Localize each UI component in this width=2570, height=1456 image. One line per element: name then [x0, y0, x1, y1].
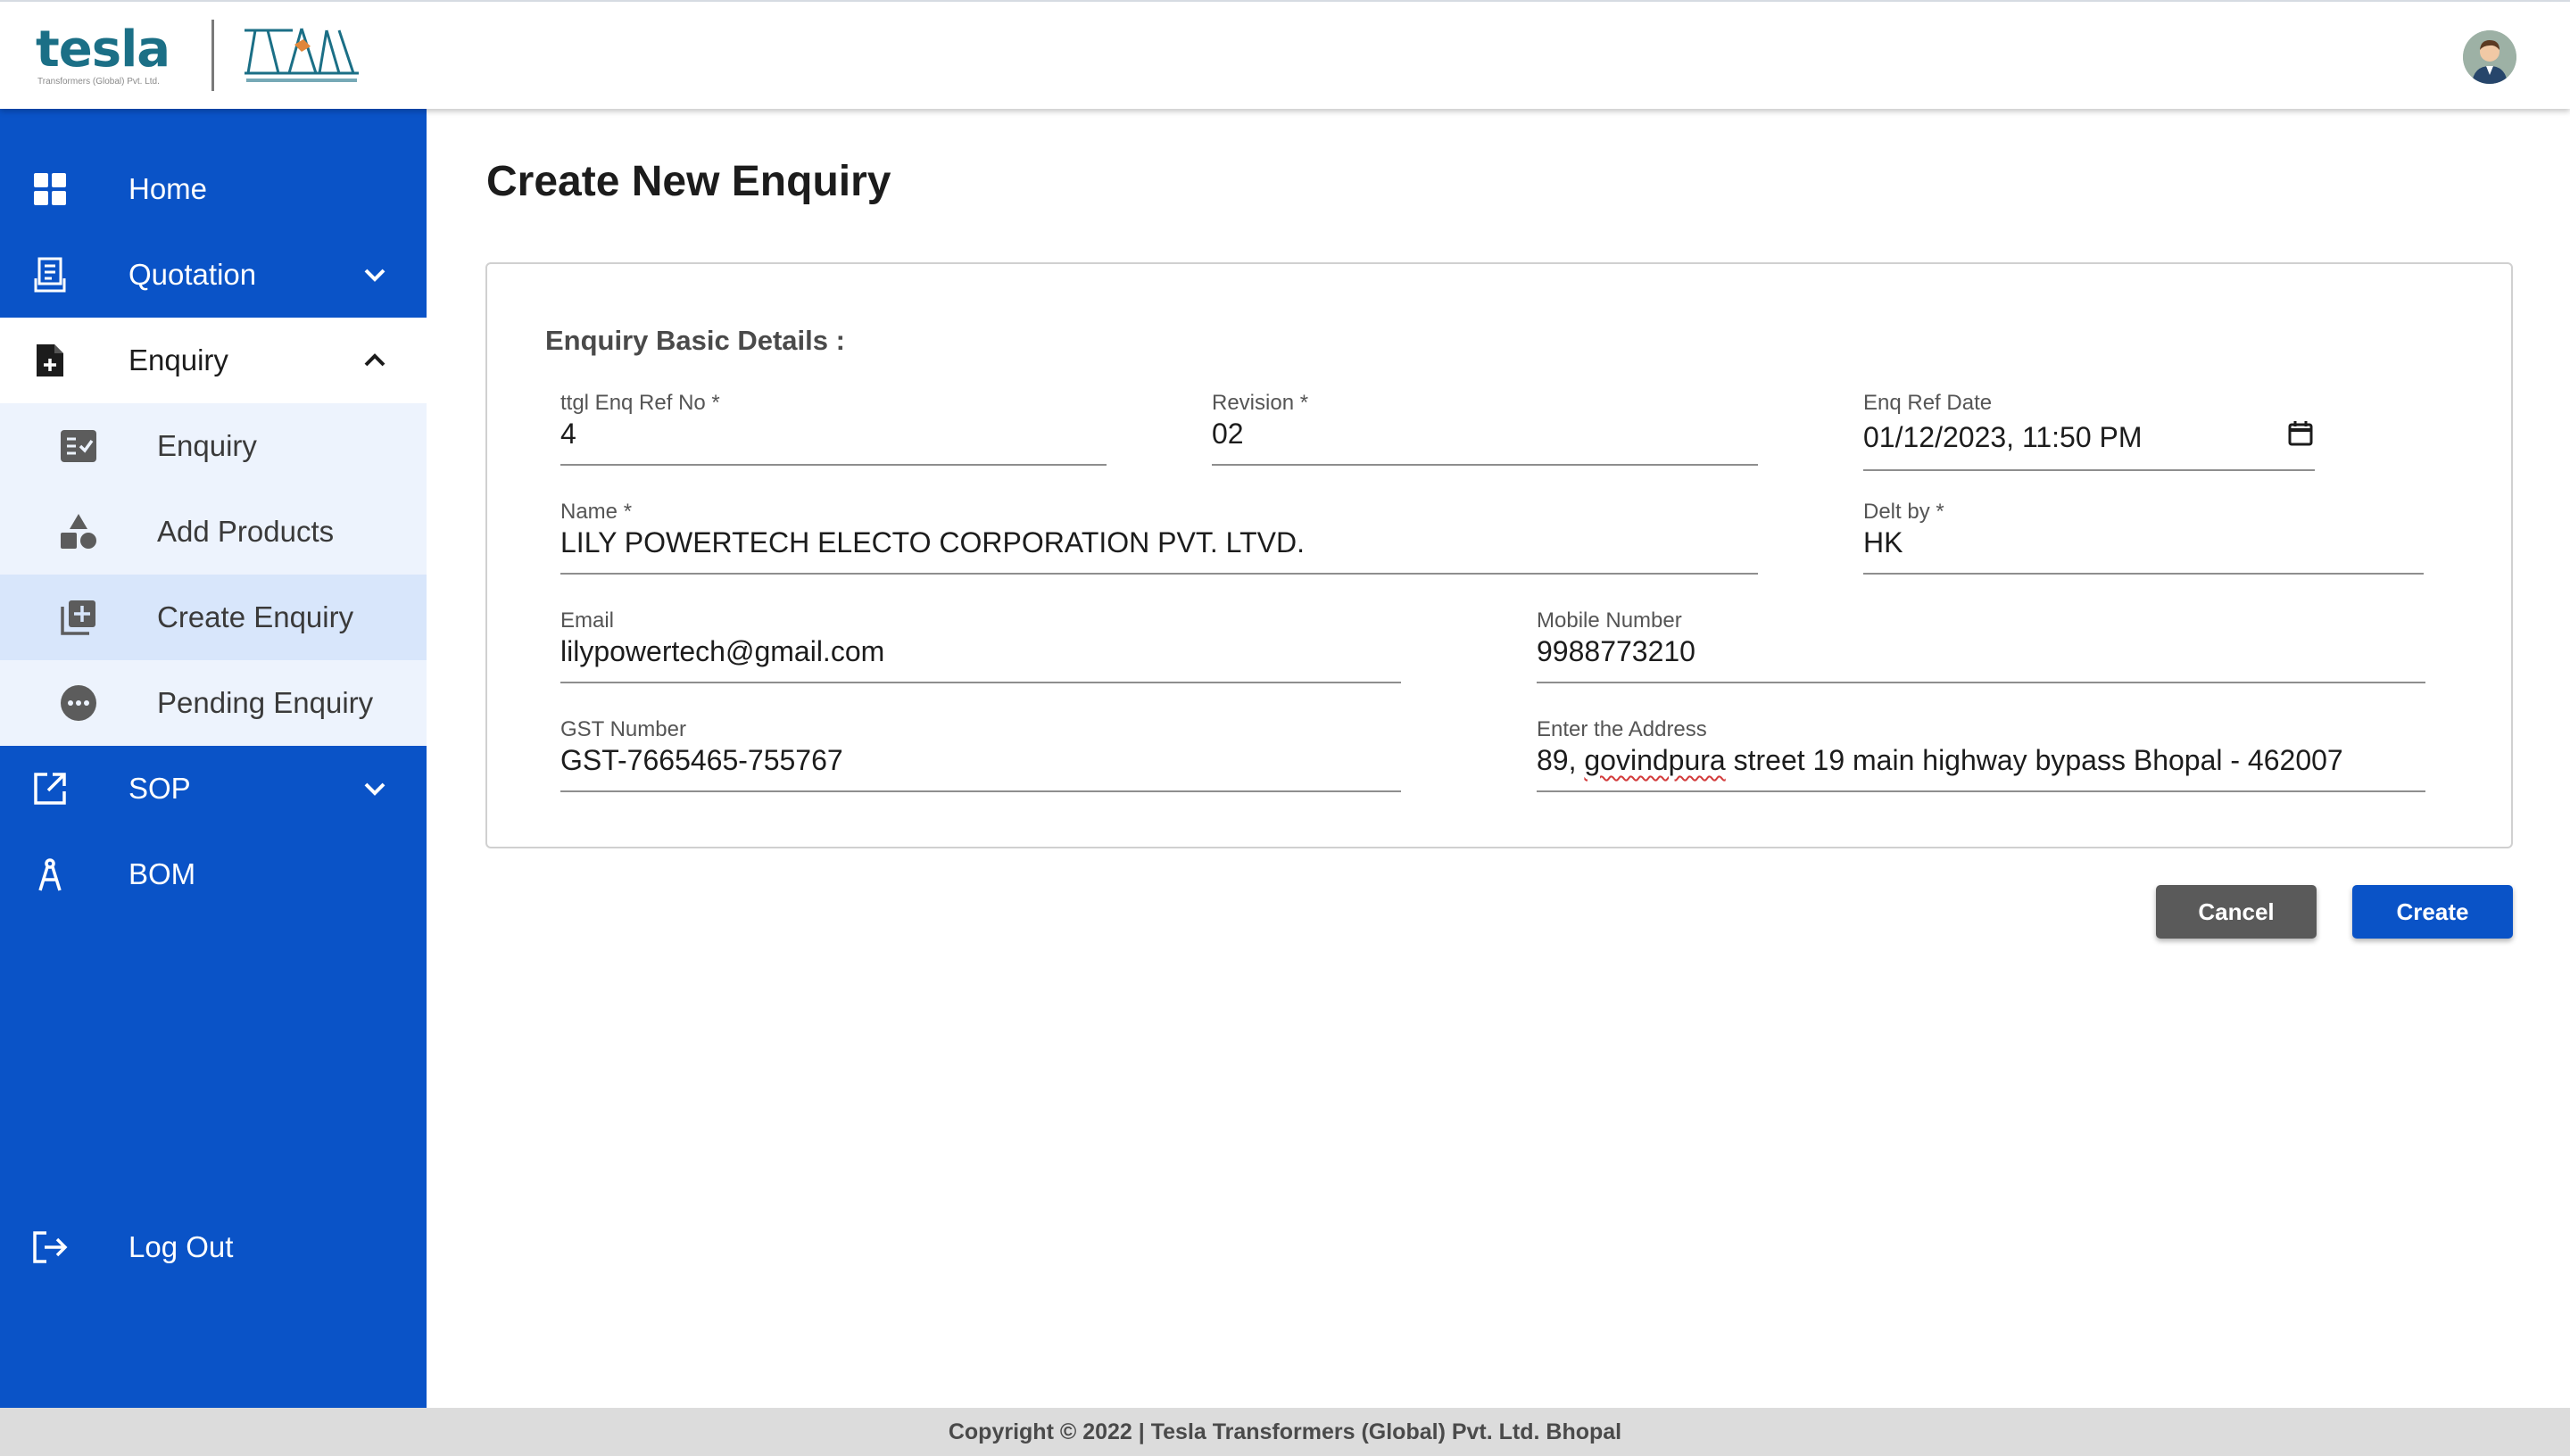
sidebar-subitem-add-products[interactable]: Add Products	[0, 489, 427, 575]
document-add-icon	[32, 343, 68, 378]
delt-by-field[interactable]: Delt by * HK	[1863, 500, 2424, 575]
revision-field[interactable]: Revision * 02	[1212, 391, 1758, 466]
logo-subtitle: Transformers (Global) Pvt. Ltd.	[37, 77, 160, 87]
sidebar-item-label: SOP	[128, 772, 191, 805]
address-field[interactable]: Enter the Address 89, govindpura street …	[1537, 717, 2425, 792]
field-label: Email	[560, 608, 615, 633]
sidebar-item-home[interactable]: Home	[0, 146, 427, 232]
mobile-number-field[interactable]: Mobile Number 9988773210	[1537, 608, 2425, 683]
ref-no-field[interactable]: ttgl Enq Ref No * 4	[560, 391, 1107, 466]
calendar-icon[interactable]	[2286, 419, 2315, 448]
logo-emblem-icon	[245, 28, 359, 82]
enq-ref-date-field[interactable]: Enq Ref Date 01/12/2023, 11:50 PM	[1863, 391, 2315, 471]
sidebar-item-bom[interactable]: BOM	[0, 831, 427, 917]
address-misspelled-word: govindpura	[1584, 744, 1726, 776]
enquiry-form-card: Enquiry Basic Details : ttgl Enq Ref No …	[485, 262, 2513, 848]
sidebar-subitem-label: Pending Enquiry	[157, 686, 374, 719]
field-value[interactable]: 01/12/2023, 11:50 PM	[1863, 421, 2143, 454]
section-title: Enquiry Basic Details :	[545, 325, 845, 356]
sidebar-item-label: Quotation	[128, 258, 257, 291]
field-label: Mobile Number	[1537, 608, 1682, 633]
field-value[interactable]: 89, govindpura street 19 main highway by…	[1537, 744, 2343, 777]
field-value[interactable]: lilypowertech@gmail.com	[560, 635, 884, 668]
sidebar-subitem-label: Create Enquiry	[157, 600, 354, 633]
checklist-icon	[59, 426, 98, 466]
address-rest: street 19 main highway bypass Bhopal - 4…	[1725, 744, 2343, 776]
top-header: tesla Transformers (Global) Pvt. Ltd.	[0, 0, 2570, 109]
logout-icon	[32, 1229, 68, 1265]
sidebar-item-label: Enquiry	[128, 343, 228, 376]
footer-copyright: Copyright © 2022 | Tesla Transformers (G…	[0, 1408, 2570, 1456]
sidebar-subitem-label: Enquiry	[157, 429, 257, 462]
sidebar-item-label: BOM	[128, 857, 196, 890]
field-value[interactable]: LILY POWERTECH ELECTO CORPORATION PVT. L…	[560, 526, 1305, 559]
sidebar-item-logout[interactable]: Log Out	[0, 1204, 427, 1290]
sidebar-item-label: Log Out	[128, 1230, 234, 1263]
external-link-icon	[32, 771, 68, 807]
field-label: Enter the Address	[1537, 717, 1707, 741]
chevron-down-icon[interactable]	[359, 773, 391, 805]
shapes-icon	[59, 512, 98, 551]
user-avatar-icon[interactable]	[2463, 30, 2516, 84]
sidebar-item-label: Home	[128, 172, 208, 205]
field-value[interactable]: 9988773210	[1537, 635, 1695, 668]
page-title: Create New Enquiry	[486, 158, 891, 205]
field-label: Revision *	[1212, 391, 1309, 415]
pending-icon	[59, 683, 98, 723]
email-field[interactable]: Email lilypowertech@gmail.com	[560, 608, 1401, 683]
library-add-icon	[59, 598, 98, 637]
field-value[interactable]: 4	[560, 418, 576, 451]
chevron-down-icon[interactable]	[359, 259, 391, 291]
address-prefix: 89,	[1537, 744, 1585, 776]
grid-icon	[32, 171, 68, 207]
sidebar-subitem-enquiry[interactable]: Enquiry	[0, 403, 427, 489]
field-value[interactable]: 02	[1212, 418, 1244, 451]
field-value[interactable]: GST-7665465-755767	[560, 744, 843, 777]
sidebar-item-quotation[interactable]: Quotation	[0, 232, 427, 318]
name-field[interactable]: Name * LILY POWERTECH ELECTO CORPORATION…	[560, 500, 1758, 575]
chevron-up-icon[interactable]	[359, 344, 391, 376]
sidebar-subitem-create-enquiry[interactable]: Create Enquiry	[0, 575, 427, 660]
field-label: Name *	[560, 500, 633, 524]
field-label: Delt by *	[1863, 500, 1944, 524]
create-button[interactable]: Create	[2352, 885, 2513, 939]
cancel-button[interactable]: Cancel	[2156, 885, 2317, 939]
sidebar-item-enquiry[interactable]: Enquiry	[0, 318, 427, 403]
sidebar-subitem-pending-enquiry[interactable]: Pending Enquiry	[0, 660, 427, 746]
logo-wordmark: tesla	[36, 21, 170, 79]
field-label: ttgl Enq Ref No *	[560, 391, 720, 415]
sidebar: Home Quotation Enquiry Enquiry Add Produ…	[0, 109, 427, 1408]
compass-icon	[32, 856, 68, 892]
logo-divider	[211, 20, 214, 91]
receipt-icon	[32, 257, 68, 293]
field-value[interactable]: HK	[1863, 526, 1903, 559]
company-logo[interactable]: tesla Transformers (Global) Pvt. Ltd.	[36, 18, 359, 93]
sidebar-item-sop[interactable]: SOP	[0, 746, 427, 831]
field-label: Enq Ref Date	[1863, 391, 1993, 415]
sidebar-subitem-label: Add Products	[157, 515, 335, 548]
field-label: GST Number	[560, 717, 686, 741]
gst-number-field[interactable]: GST Number GST-7665465-755767	[560, 717, 1401, 792]
